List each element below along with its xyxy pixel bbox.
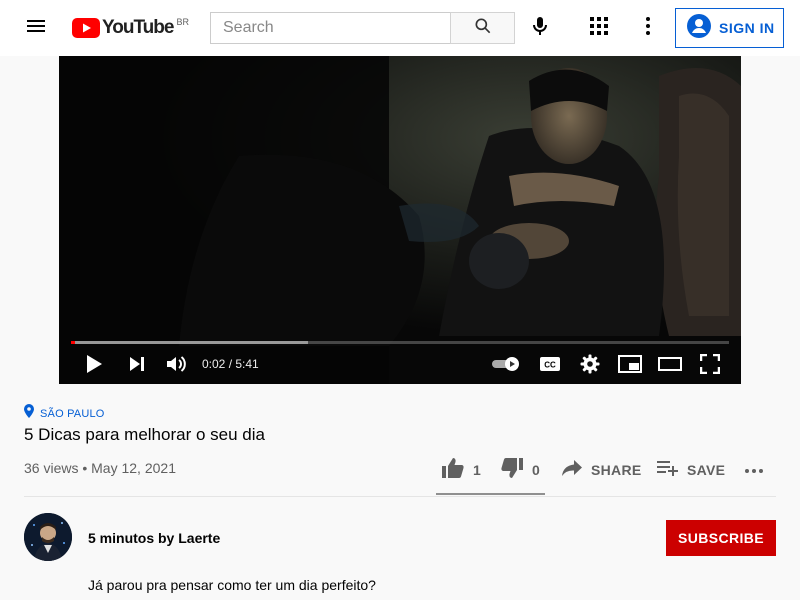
channel-avatar[interactable] (24, 513, 72, 561)
theater-mode-button[interactable] (655, 348, 685, 384)
search-icon (473, 16, 493, 41)
share-label: SHARE (591, 462, 642, 478)
playlist-add-icon (657, 459, 679, 482)
like-count: 1 (473, 462, 482, 478)
sentiment-bar (436, 493, 545, 495)
settings-menu-button[interactable] (632, 12, 664, 44)
svg-text:CC: CC (544, 360, 556, 369)
video-title: 5 Dicas para melhorar o seu dia (24, 425, 265, 444)
video-description: Já parou pra pensar como ter um dia perf… (88, 577, 376, 593)
mute-button[interactable] (161, 348, 191, 384)
info-divider (24, 496, 776, 497)
sign-in-button[interactable]: SIGN IN (675, 8, 784, 48)
more-horizontal-icon (744, 461, 764, 479)
save-label: SAVE (687, 462, 726, 478)
account-circle-icon (687, 13, 711, 43)
skip-next-icon (129, 356, 145, 377)
location-pin-icon (24, 404, 34, 423)
search-box[interactable] (210, 12, 451, 44)
view-count-date: 36 views • May 12, 2021 (24, 460, 176, 476)
country-code: BR (176, 17, 189, 27)
time-display: 0:02 / 5:41 (202, 357, 259, 371)
subtitles-button[interactable]: CC (535, 348, 565, 384)
miniplayer-icon (618, 354, 642, 378)
like-button[interactable]: 1 (441, 455, 481, 485)
guide-menu-button[interactable] (16, 8, 56, 48)
share-arrow-icon (561, 459, 583, 482)
fullscreen-icon (699, 353, 721, 379)
player-controls: 0:02 / 5:41 CC (59, 348, 741, 384)
autoplay-toggle-icon (491, 356, 521, 377)
progress-buffered (71, 341, 308, 344)
apps-grid-icon (590, 16, 608, 40)
autoplay-toggle[interactable] (489, 348, 523, 384)
top-bar: YouTube BR SIGN IN (0, 0, 800, 56)
save-button[interactable]: SAVE (657, 455, 725, 485)
thumbs-down-icon (500, 457, 524, 484)
closed-captions-icon: CC (539, 356, 561, 377)
logo-wordmark: YouTube (102, 17, 174, 38)
more-actions-button[interactable] (744, 455, 764, 485)
subscribe-button[interactable]: SUBSCRIBE (666, 520, 776, 556)
more-vertical-icon (646, 16, 650, 40)
fullscreen-button[interactable] (695, 348, 725, 384)
settings-button[interactable] (575, 348, 605, 384)
youtube-play-logo-icon (72, 16, 100, 43)
miniplayer-button[interactable] (615, 348, 645, 384)
video-player[interactable]: 0:02 / 5:41 CC (59, 56, 741, 384)
dislike-button[interactable]: 0 (500, 455, 540, 485)
search-button[interactable] (450, 12, 515, 44)
play-icon (85, 354, 103, 379)
channel-name[interactable]: 5 minutos by Laerte (88, 530, 220, 546)
next-button[interactable] (123, 348, 151, 384)
youtube-logo[interactable]: YouTube BR (72, 16, 189, 40)
video-frame (59, 56, 741, 384)
thumbs-up-icon (441, 457, 465, 484)
search-input[interactable] (223, 19, 450, 37)
play-button[interactable] (79, 348, 109, 384)
share-button[interactable]: SHARE (561, 455, 642, 485)
dislike-count: 0 (532, 462, 541, 478)
volume-icon (164, 352, 188, 381)
hamburger-menu-icon (24, 14, 48, 43)
voice-search-button[interactable] (524, 12, 556, 44)
location-link[interactable]: SÃO PAULO (24, 404, 105, 423)
microphone-icon (528, 14, 552, 43)
sign-in-label: SIGN IN (719, 20, 775, 36)
theater-mode-icon (658, 356, 682, 376)
progress-bar[interactable] (71, 341, 729, 344)
gear-icon (580, 354, 600, 379)
progress-played (71, 341, 75, 344)
apps-button[interactable] (583, 12, 615, 44)
location-label: SÃO PAULO (40, 407, 105, 420)
